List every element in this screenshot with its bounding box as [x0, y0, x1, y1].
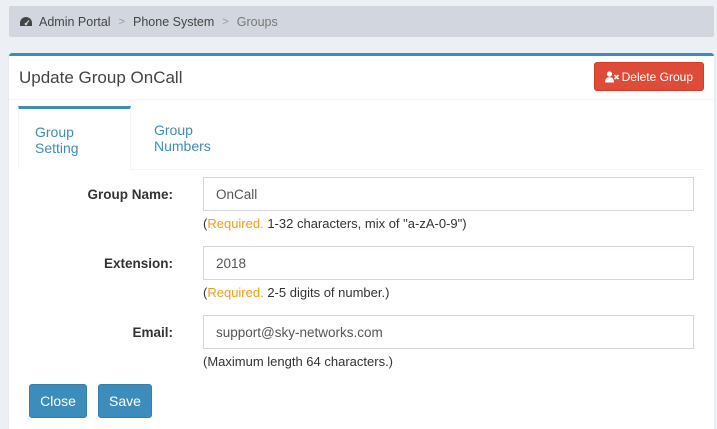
delete-group-button[interactable]: Delete Group [593, 62, 704, 91]
extension-label: Extension: [103, 256, 173, 271]
breadcrumb-admin-portal[interactable]: Admin Portal [39, 15, 111, 29]
user-times-icon [604, 70, 619, 82]
group-name-help: (Required. 1-32 characters, mix of "a-zA… [203, 216, 467, 231]
help-text: 2-5 digits of number.) [263, 285, 390, 300]
email-input[interactable] [203, 315, 694, 349]
dashboard-icon [20, 16, 32, 26]
extension-input[interactable] [203, 246, 694, 280]
page-title: Update Group OnCall [19, 68, 183, 87]
tab-label: Group Numbers [154, 122, 211, 154]
help-text: 1-32 characters, mix of "a-zA-0-9") [263, 216, 467, 231]
group-name-input[interactable] [203, 177, 694, 211]
tab-group-numbers[interactable]: Group Numbers [138, 106, 268, 170]
email-label: Email: [132, 325, 173, 340]
extension-help: (Required. 2-5 digits of number.) [203, 285, 389, 300]
update-group-panel: Update Group OnCall Delete Group Group S… [9, 53, 714, 429]
tab-group-setting[interactable]: Group Setting [18, 106, 131, 170]
save-button[interactable]: Save [98, 384, 152, 418]
delete-group-label: Delete Group [621, 69, 693, 84]
email-help: (Maximum length 64 characters.) [203, 354, 394, 369]
tab-label: Group Setting [35, 123, 79, 156]
panel-header: Update Group OnCall Delete Group [9, 56, 714, 100]
breadcrumb-groups: Groups [236, 14, 278, 29]
required-tag: Required. [207, 285, 264, 300]
close-button[interactable]: Close [29, 384, 87, 418]
required-tag: Required. [207, 216, 264, 231]
tab-bar: Group Setting Group Numbers [18, 106, 705, 170]
breadcrumb-separator: > [222, 15, 229, 28]
breadcrumb-phone-system[interactable]: Phone System [133, 15, 214, 29]
breadcrumb: Admin Portal > Phone System > Groups [9, 6, 714, 37]
group-name-label: Group Name: [87, 187, 173, 202]
breadcrumb-separator: > [118, 15, 125, 28]
